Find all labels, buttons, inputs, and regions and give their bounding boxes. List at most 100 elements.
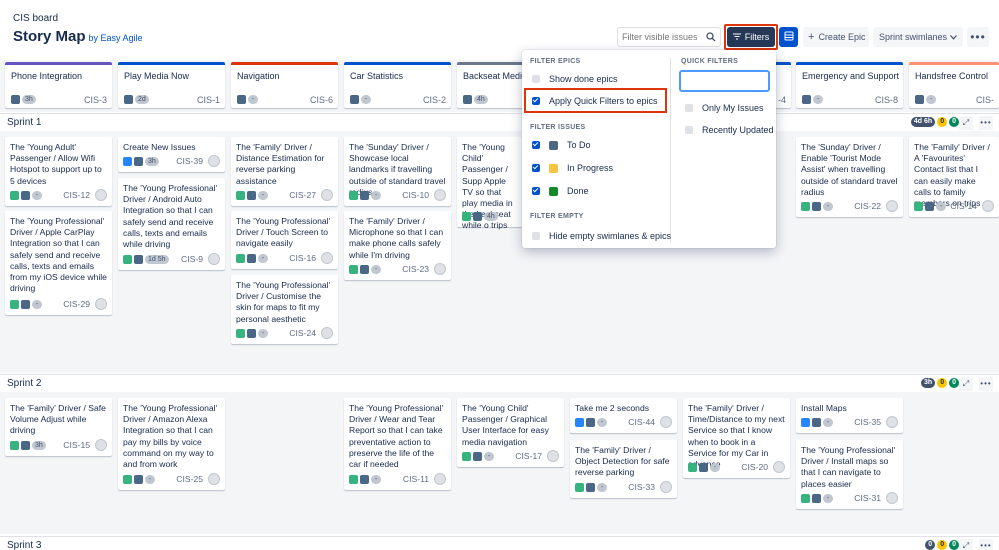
avatar[interactable] bbox=[547, 450, 559, 462]
story-card[interactable]: Take me 2 seconds - CIS-44 bbox=[570, 398, 677, 433]
avatar[interactable] bbox=[434, 189, 446, 201]
story-card[interactable]: The 'Young Professional' Driver / Amazon… bbox=[118, 398, 225, 490]
avatar[interactable] bbox=[434, 263, 446, 275]
quick-filters-search-input[interactable] bbox=[679, 70, 770, 92]
story-card[interactable]: The 'Young Professional' Driver / Apple … bbox=[5, 211, 112, 315]
estimate-badge: 4d 6h bbox=[910, 117, 936, 127]
in-progress-checkbox[interactable] bbox=[532, 164, 540, 172]
avatar[interactable] bbox=[773, 461, 785, 473]
avatar[interactable] bbox=[321, 252, 333, 264]
avatar[interactable] bbox=[208, 253, 220, 265]
story-card[interactable]: The 'Sunday' Driver / Showcase local lan… bbox=[344, 137, 451, 206]
search-box[interactable] bbox=[617, 27, 721, 47]
story-card[interactable]: The 'Young Adult' Passenger / Allow Wifi… bbox=[5, 137, 112, 206]
story-card[interactable]: Install Maps - CIS-35 bbox=[796, 398, 903, 433]
story-card[interactable]: Create New Issues 3h CIS-39 bbox=[118, 137, 225, 172]
done-checkbox[interactable] bbox=[532, 187, 540, 195]
avatar[interactable] bbox=[95, 298, 107, 310]
story-card[interactable]: The 'Family' Driver / Time/Distance to m… bbox=[683, 398, 790, 478]
story-card[interactable]: The 'Young Child' Passenger / Graphical … bbox=[457, 398, 564, 467]
todo-option[interactable]: To Do bbox=[532, 140, 591, 150]
done-option[interactable]: Done bbox=[532, 186, 589, 196]
search-icon bbox=[706, 32, 716, 45]
epic-meta: - bbox=[237, 95, 258, 104]
avatar[interactable] bbox=[95, 189, 107, 201]
story-card[interactable]: The 'Young Professional' Driver / Wear a… bbox=[344, 398, 451, 490]
sprint-header-3[interactable]: Sprint 3 0 0 0 ⤢ ••• bbox=[0, 536, 999, 550]
avatar[interactable] bbox=[660, 416, 672, 428]
board-name[interactable]: CIS board bbox=[13, 13, 58, 24]
sprint-badges: 3h 0 0 bbox=[921, 378, 959, 388]
recently-updated-option[interactable]: Recently Updated bbox=[685, 125, 774, 135]
epic-card[interactable]: Car Statistics - CIS-2 bbox=[344, 62, 451, 108]
hide-empty-checkbox[interactable] bbox=[532, 232, 540, 240]
avatar[interactable] bbox=[95, 439, 107, 451]
todo-checkbox[interactable] bbox=[532, 141, 540, 149]
create-epic-button[interactable]: + Create Epic bbox=[803, 27, 869, 47]
priority-icon bbox=[21, 299, 30, 309]
priority-icon bbox=[360, 264, 369, 274]
expand-icon[interactable]: ⤢ bbox=[959, 377, 973, 391]
card-footer: 4h bbox=[462, 210, 517, 222]
only-my-issues-option[interactable]: Only My Issues bbox=[685, 103, 764, 113]
in-progress-option[interactable]: In Progress bbox=[532, 163, 613, 173]
epic-card[interactable]: Phone Integration 3h CIS-3 bbox=[5, 62, 112, 108]
sprint-header-1[interactable]: Sprint 1 4d 6h 0 0 ⤢ ••• bbox=[0, 113, 999, 131]
list-view-icon bbox=[784, 31, 794, 44]
estimate-pill: - bbox=[710, 462, 720, 472]
search-input[interactable] bbox=[622, 32, 702, 42]
avatar[interactable] bbox=[208, 473, 220, 485]
only-my-issues-checkbox[interactable] bbox=[685, 104, 693, 112]
epic-card[interactable]: Emergency and Support - CIS-8 bbox=[796, 62, 903, 108]
avatar[interactable] bbox=[982, 200, 994, 212]
avatar[interactable] bbox=[660, 481, 672, 493]
epic-card[interactable]: Handsfree Control - CIS- bbox=[909, 62, 999, 108]
sprint-header-2[interactable]: Sprint 2 3h 0 0 ⤢ ••• bbox=[0, 374, 999, 392]
epic-card[interactable]: -4 bbox=[775, 62, 791, 108]
more-icon[interactable]: ••• bbox=[967, 27, 989, 47]
story-card[interactable]: The 'Family' Driver / Safe Volume Adjust… bbox=[5, 398, 112, 456]
avatar[interactable] bbox=[886, 200, 898, 212]
more-icon[interactable]: ••• bbox=[979, 116, 993, 130]
priority-icon bbox=[134, 254, 143, 264]
by-line[interactable]: by Easy Agile bbox=[89, 33, 143, 43]
hide-empty-option[interactable]: Hide empty swimlanes & epics bbox=[532, 231, 671, 241]
show-done-epics-checkbox[interactable] bbox=[532, 75, 540, 83]
story-card[interactable]: The 'Young Child' Passenger / Supp Apple… bbox=[457, 137, 522, 230]
apply-quick-filters-option[interactable]: Apply Quick Filters to epics bbox=[532, 96, 658, 106]
story-card[interactable]: The 'Young Professional' Driver / Custom… bbox=[231, 275, 338, 344]
issue-key: CIS-25 bbox=[176, 474, 203, 484]
issue-key: CIS-14 bbox=[950, 201, 977, 211]
story-card[interactable]: The 'Young Professional' Driver / Instal… bbox=[796, 440, 903, 509]
filters-button[interactable]: Filters bbox=[727, 27, 775, 47]
epic-icon bbox=[124, 95, 133, 104]
avatar[interactable] bbox=[434, 473, 446, 485]
story-card[interactable]: The 'Young Professional' Driver / Androi… bbox=[118, 178, 225, 270]
story-card[interactable]: The 'Family' Driver / Object Detection f… bbox=[570, 440, 677, 498]
avatar[interactable] bbox=[321, 189, 333, 201]
story-card[interactable]: The 'Sunday' Driver / Enable 'Tourist Mo… bbox=[796, 137, 903, 217]
show-done-epics-option[interactable]: Show done epics bbox=[532, 74, 618, 84]
view-toggle-button[interactable] bbox=[779, 27, 798, 47]
recently-updated-checkbox[interactable] bbox=[685, 126, 693, 134]
story-card[interactable]: The 'Family' Driver / Microphone so that… bbox=[344, 211, 451, 280]
epic-key: CIS-3 bbox=[83, 95, 107, 105]
avatar[interactable] bbox=[886, 416, 898, 428]
avatar[interactable] bbox=[321, 327, 333, 339]
more-icon[interactable]: ••• bbox=[979, 539, 993, 550]
avatar[interactable] bbox=[208, 155, 220, 167]
epic-card[interactable]: Play Media Now 2d CIS-1 bbox=[118, 62, 225, 108]
more-icon[interactable]: ••• bbox=[979, 377, 993, 391]
priority-icon bbox=[586, 482, 595, 492]
story-card[interactable]: The 'Family' Driver / Distance Estimatio… bbox=[231, 137, 338, 206]
expand-icon[interactable]: ⤢ bbox=[959, 116, 973, 130]
expand-icon[interactable]: ⤢ bbox=[959, 539, 973, 550]
swimlanes-select[interactable]: Sprint swimlanes bbox=[873, 27, 963, 47]
epic-key: CIS-6 bbox=[309, 95, 333, 105]
epic-card[interactable]: Navigation - CIS-6 bbox=[231, 62, 338, 108]
story-card[interactable]: The 'Young Professional' Driver / Touch … bbox=[231, 211, 338, 269]
story-icon bbox=[349, 190, 358, 200]
avatar[interactable] bbox=[886, 492, 898, 504]
story-card[interactable]: The 'Family' Driver / A 'Favourites' Con… bbox=[909, 137, 999, 217]
apply-quick-filters-checkbox[interactable] bbox=[532, 97, 540, 105]
